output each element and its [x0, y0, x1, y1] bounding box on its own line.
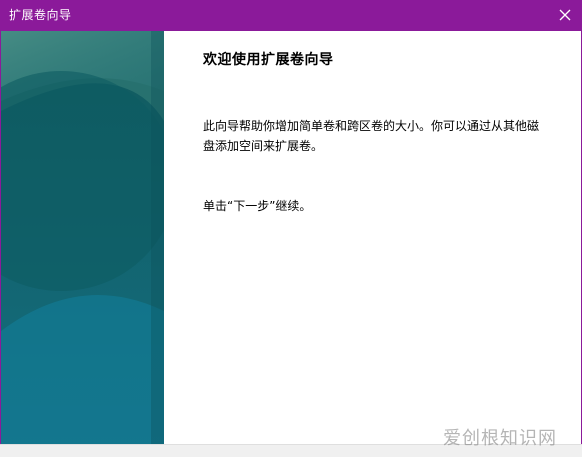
title-bar[interactable]: 扩展卷向导 [0, 0, 582, 31]
watermark-text: 爱创根知识网 [443, 428, 557, 449]
banner-decoration [1, 31, 164, 444]
close-button[interactable] [548, 0, 582, 31]
wizard-description: 此向导帮助你增加简单卷和跨区卷的大小。你可以通过从其他磁盘添加空间来扩展卷。 [203, 119, 540, 153]
wizard-content: 欢迎使用扩展卷向导 此向导帮助你增加简单卷和跨区卷的大小。你可以通过从其他磁盘添… [164, 31, 581, 444]
wizard-side-banner [1, 31, 164, 444]
close-icon [559, 9, 571, 21]
window-title: 扩展卷向导 [9, 8, 72, 22]
extend-volume-wizard-window: 扩展卷向导 欢迎使用扩展卷向导 此向导帮助你增加简单卷和跨区卷的大小。你可以通过… [0, 0, 582, 457]
next-step-hint: 单击“下一步”继续。 [203, 199, 312, 213]
page-heading: 欢迎使用扩展卷向导 [203, 52, 334, 68]
